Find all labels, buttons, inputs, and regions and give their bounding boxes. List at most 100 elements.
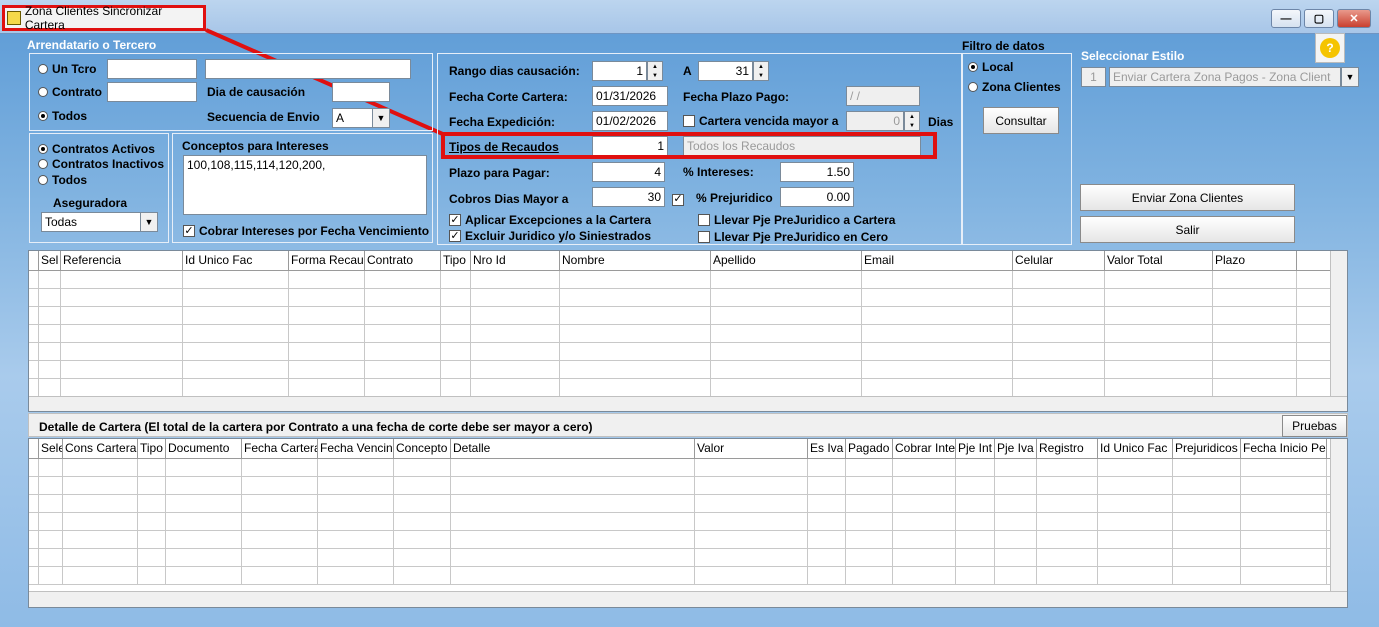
- table-cell[interactable]: [846, 513, 893, 530]
- column-header[interactable]: Id Unico Fac: [183, 251, 289, 270]
- table-cell[interactable]: [846, 459, 893, 476]
- column-header[interactable]: Prejuridicos: [1173, 439, 1241, 458]
- table-cell[interactable]: [1013, 361, 1105, 378]
- table-cell[interactable]: [289, 343, 365, 360]
- table-cell[interactable]: [138, 531, 166, 548]
- secuencia-select[interactable]: A: [332, 108, 374, 128]
- table-cell[interactable]: [1241, 531, 1327, 548]
- table-cell[interactable]: [1105, 289, 1213, 306]
- table-cell[interactable]: [289, 307, 365, 324]
- table-cell[interactable]: [995, 477, 1037, 494]
- table-cell[interactable]: [1013, 289, 1105, 306]
- table-cell[interactable]: [39, 271, 61, 288]
- table-cell[interactable]: [1173, 459, 1241, 476]
- table-cell[interactable]: [808, 549, 846, 566]
- table-cell[interactable]: [394, 531, 451, 548]
- table-cell[interactable]: [846, 477, 893, 494]
- table-cell[interactable]: [1037, 477, 1098, 494]
- table-cell[interactable]: [808, 477, 846, 494]
- table-cell[interactable]: [1037, 459, 1098, 476]
- table-cell[interactable]: [441, 271, 471, 288]
- column-header[interactable]: Cobrar Inte: [893, 439, 956, 458]
- un-tcro-input[interactable]: [107, 59, 197, 79]
- table-cell[interactable]: [956, 531, 995, 548]
- table-cell[interactable]: [560, 307, 711, 324]
- rango-to-input[interactable]: 31: [698, 61, 753, 81]
- table-cell[interactable]: [711, 289, 862, 306]
- table-cell[interactable]: [846, 567, 893, 584]
- table-cell[interactable]: [39, 325, 61, 342]
- table-cell[interactable]: [166, 567, 242, 584]
- table-cell[interactable]: [242, 477, 318, 494]
- table-cell[interactable]: [61, 271, 183, 288]
- table-cell[interactable]: [1241, 477, 1327, 494]
- table-cell[interactable]: [441, 325, 471, 342]
- table-cell[interactable]: [61, 379, 183, 396]
- salir-button[interactable]: Salir: [1080, 216, 1295, 243]
- table-cell[interactable]: [711, 325, 862, 342]
- column-header[interactable]: Es Iva: [808, 439, 846, 458]
- table-cell[interactable]: [1173, 477, 1241, 494]
- table-cell[interactable]: [560, 361, 711, 378]
- help-button[interactable]: ?: [1315, 33, 1345, 63]
- table-cell[interactable]: [183, 379, 289, 396]
- table-cell[interactable]: [1173, 531, 1241, 548]
- table-cell[interactable]: [560, 325, 711, 342]
- table-cell[interactable]: [365, 379, 441, 396]
- table-cell[interactable]: [242, 549, 318, 566]
- table-row[interactable]: [29, 459, 1347, 477]
- table-cell[interactable]: [695, 531, 808, 548]
- table-cell[interactable]: [318, 549, 394, 566]
- table-cell[interactable]: [1173, 549, 1241, 566]
- cobros-input[interactable]: 30: [592, 187, 665, 207]
- table-cell[interactable]: [365, 307, 441, 324]
- radio-un-tcro[interactable]: Un Tcro: [38, 62, 96, 76]
- table-cell[interactable]: [1173, 567, 1241, 584]
- table-cell[interactable]: [1213, 271, 1297, 288]
- table-cell[interactable]: [956, 567, 995, 584]
- table-cell[interactable]: [1213, 343, 1297, 360]
- contratos-grid[interactable]: Sel Referencia Id Unico Fac Forma Recau Cont…: [28, 250, 1348, 412]
- column-header[interactable]: Celular: [1013, 251, 1105, 270]
- detalle-grid[interactable]: Sele Cons Cartera Tipo Documento Fecha Carte…: [28, 438, 1348, 608]
- radio-circle[interactable]: [968, 62, 978, 72]
- table-cell[interactable]: [1241, 567, 1327, 584]
- table-cell[interactable]: [1037, 531, 1098, 548]
- table-cell[interactable]: [63, 567, 138, 584]
- table-cell[interactable]: [242, 459, 318, 476]
- table-cell[interactable]: [711, 379, 862, 396]
- radio-contrato[interactable]: Contrato: [38, 85, 102, 99]
- checkbox-box[interactable]: [698, 231, 710, 243]
- table-cell[interactable]: [39, 495, 63, 512]
- table-cell[interactable]: [956, 495, 995, 512]
- table-row[interactable]: [29, 343, 1347, 361]
- pruebas-button[interactable]: Pruebas: [1282, 415, 1347, 437]
- radio-zona-clientes[interactable]: Zona Clientes: [968, 80, 1061, 94]
- table-cell[interactable]: [441, 289, 471, 306]
- chevron-down-icon[interactable]: ▼: [140, 212, 158, 232]
- aseguradora-select[interactable]: Todas: [41, 212, 141, 232]
- radio-circle[interactable]: [968, 82, 978, 92]
- column-header[interactable]: Cons Cartera: [63, 439, 138, 458]
- table-cell[interactable]: [1098, 495, 1173, 512]
- column-header[interactable]: Registro: [1037, 439, 1098, 458]
- checkbox-box[interactable]: [698, 214, 710, 226]
- table-cell[interactable]: [39, 361, 61, 378]
- table-cell[interactable]: [471, 343, 560, 360]
- table-cell[interactable]: [1173, 513, 1241, 530]
- checkbox-box[interactable]: ✓: [183, 225, 195, 237]
- table-cell[interactable]: [138, 495, 166, 512]
- table-cell[interactable]: [394, 459, 451, 476]
- table-cell[interactable]: [318, 459, 394, 476]
- table-cell[interactable]: [183, 271, 289, 288]
- table-row[interactable]: [29, 567, 1347, 585]
- vertical-scrollbar[interactable]: [1330, 439, 1347, 591]
- table-cell[interactable]: [695, 567, 808, 584]
- table-cell[interactable]: [1013, 325, 1105, 342]
- table-cell[interactable]: [394, 495, 451, 512]
- column-header[interactable]: Sel: [39, 251, 61, 270]
- table-cell[interactable]: [289, 379, 365, 396]
- table-cell[interactable]: [138, 477, 166, 494]
- table-cell[interactable]: [862, 379, 1013, 396]
- contrato-input[interactable]: [107, 82, 197, 102]
